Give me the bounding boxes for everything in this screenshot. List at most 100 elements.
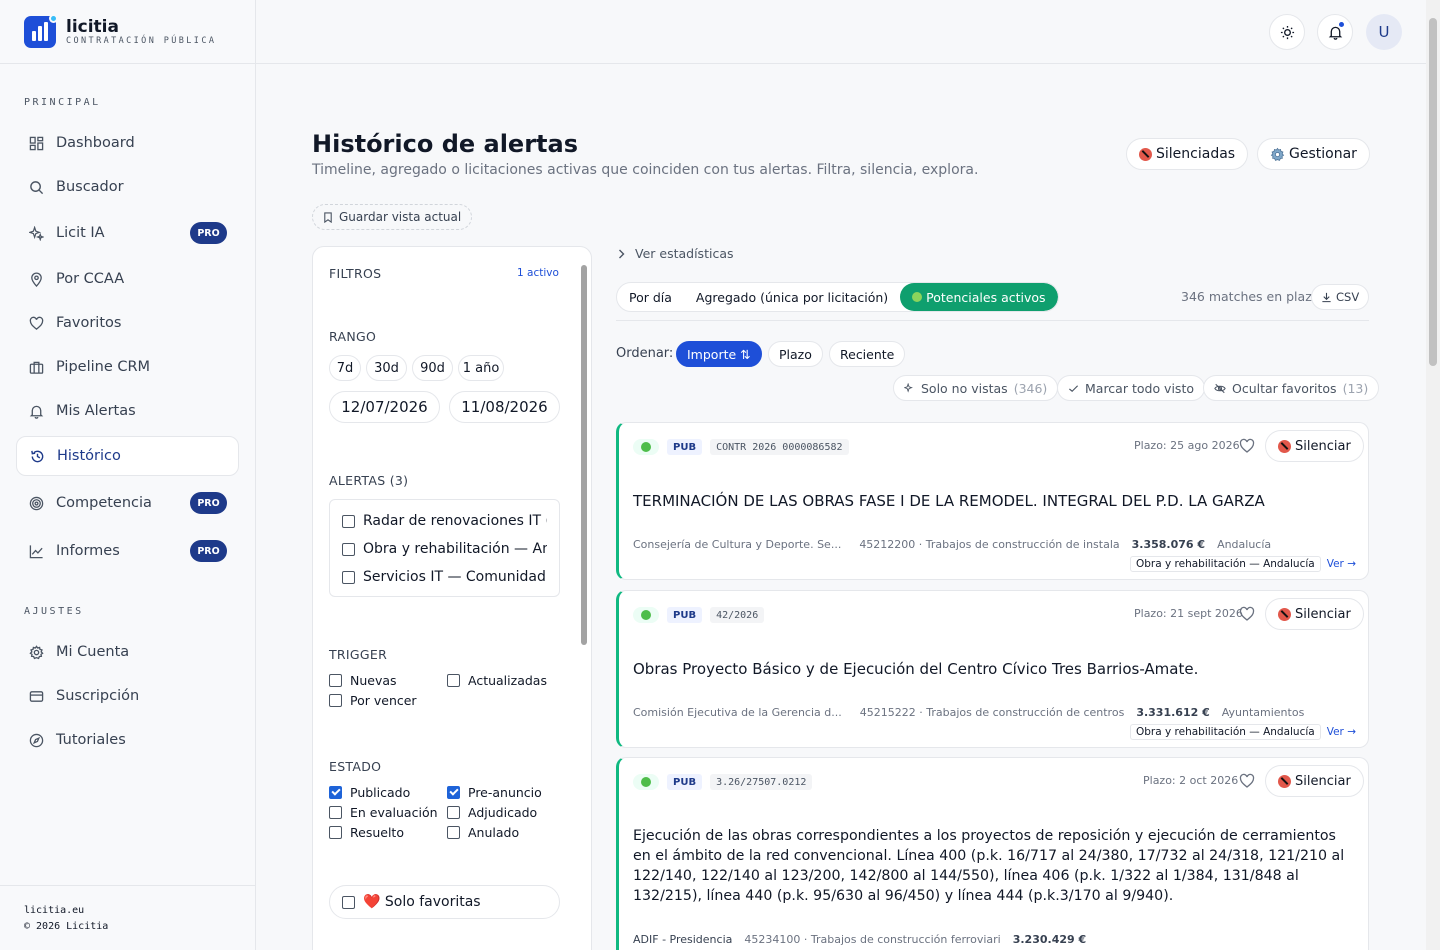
trigger-actualizadas[interactable]: Actualizadas (447, 673, 547, 688)
sort-reciente-button[interactable]: Reciente (829, 341, 906, 367)
silenced-button[interactable]: Silenciadas (1126, 138, 1249, 170)
tender-card[interactable]: PUB 42/2026 Plazo: 21 sept 2026 Silencia… (616, 590, 1369, 748)
history-icon (29, 448, 45, 464)
theme-toggle-button[interactable] (1269, 14, 1305, 50)
silence-button[interactable]: Silenciar (1265, 430, 1364, 462)
view-link[interactable]: Ver → (1327, 558, 1356, 570)
tender-title[interactable]: TERMINACIÓN DE LAS OBRAS FASE I DE LA RE… (633, 491, 1353, 511)
topbar: U (256, 0, 1426, 64)
sidebar-item-mis-alertas[interactable]: Mis Alertas (16, 391, 239, 431)
checkbox[interactable] (342, 570, 355, 584)
pro-badge: PRO (190, 540, 227, 562)
sort-importe-button[interactable]: Importe ⇅ (676, 341, 762, 367)
checkbox[interactable] (447, 826, 460, 839)
checkbox[interactable] (329, 694, 342, 707)
filters-scrollbar[interactable] (581, 265, 587, 645)
filters-panel: FILTROS 1 activo RANGO 7d 30d 90d 1 año … (312, 246, 592, 950)
sparkles-icon (904, 382, 913, 393)
stats-toggle[interactable]: Ver estadísticas (618, 246, 734, 261)
alert-option[interactable]: Servicios IT — Comunidad ... (342, 567, 547, 587)
filters-active-count[interactable]: 1 activo (517, 267, 559, 279)
estado-adjudicado[interactable]: Adjudicado (447, 805, 537, 820)
sidebar-item-suscripcion[interactable]: Suscripción (16, 676, 239, 716)
tool-count: (13) (1342, 380, 1369, 396)
favorite-heart-icon[interactable] (1239, 606, 1255, 622)
checkbox[interactable] (342, 895, 355, 909)
alert-option[interactable]: Radar de renovaciones IT (... (342, 511, 547, 531)
manage-button[interactable]: Gestionar (1257, 138, 1370, 170)
checkbox[interactable] (329, 826, 342, 839)
csv-label: CSV (1336, 290, 1360, 304)
sidebar-item-historico[interactable]: Histórico (16, 436, 239, 476)
estado-publicado[interactable]: Publicado (329, 785, 410, 800)
trigger-por-vencer[interactable]: Por vencer (329, 693, 417, 708)
sidebar-item-licit-ia[interactable]: Licit IA PRO (16, 213, 239, 253)
sidebar-item-tutoriales[interactable]: Tutoriales (16, 720, 239, 760)
csv-export-button[interactable]: CSV (1311, 284, 1370, 310)
checkbox[interactable] (447, 806, 460, 819)
estado-anulado[interactable]: Anulado (447, 825, 519, 840)
tender-amount: 3.331.612 € (1136, 706, 1210, 719)
notifications-button[interactable] (1317, 14, 1353, 50)
matches-count: 346 matches en plazo (1181, 289, 1320, 304)
favorite-heart-icon[interactable] (1239, 438, 1255, 454)
tender-region: Ayuntamientos (1221, 706, 1305, 719)
brand[interactable]: licitia CONTRATACIÓN PÚBLICA (0, 0, 255, 64)
tender-organ: ADIF - Presidencia (633, 933, 733, 946)
sidebar-item-informes[interactable]: Informes PRO (16, 531, 239, 571)
sidebar-item-dashboard[interactable]: Dashboard (16, 123, 239, 163)
option-label: Actualizadas (468, 673, 547, 688)
alert-option[interactable]: Obra y rehabilitación — An... (342, 539, 547, 559)
manage-label: Gestionar (1289, 146, 1357, 162)
sidebar-item-pipeline-crm[interactable]: Pipeline CRM (16, 347, 239, 387)
only-favorites-toggle[interactable]: ❤️ Solo favoritas (329, 885, 560, 919)
sidebar-item-favoritos[interactable]: Favoritos (16, 303, 239, 343)
sidebar-item-por-ccaa[interactable]: Por CCAA (16, 259, 239, 299)
tender-cpv: 45212200 · Trabajos de construcción de i… (859, 538, 1120, 551)
tender-card[interactable]: PUB 3.26/27507.0212 Plazo: 2 oct 2026 Si… (616, 757, 1369, 950)
estado-pre-anuncio[interactable]: Pre-anuncio (447, 785, 542, 800)
range-7d[interactable]: 7d (329, 355, 361, 381)
page-title: Histórico de alertas (312, 130, 578, 158)
range-90d[interactable]: 90d (412, 355, 453, 381)
sidebar-item-competencia[interactable]: Competencia PRO (16, 483, 239, 523)
tab-potenciales-activos[interactable]: Potenciales activos (900, 283, 1058, 311)
estado-en-evaluacion[interactable]: En evaluación (329, 805, 438, 820)
checkbox[interactable] (342, 514, 355, 528)
range-1-year[interactable]: 1 año (458, 355, 504, 381)
date-to-input[interactable]: 11/08/2026 (449, 391, 560, 423)
mark-all-seen-button[interactable]: Marcar todo visto (1057, 375, 1205, 401)
sidebar-item-buscador[interactable]: Buscador (16, 167, 239, 207)
date-from-input[interactable]: 12/07/2026 (329, 391, 440, 423)
sidebar-item-mi-cuenta[interactable]: Mi Cuenta (16, 632, 239, 672)
bookmark-icon (324, 211, 332, 223)
heart-icon (28, 315, 44, 331)
sort-plazo-button[interactable]: Plazo (768, 341, 823, 367)
tender-title[interactable]: Ejecución de las obras correspondientes … (633, 826, 1353, 906)
tender-title[interactable]: Obras Proyecto Básico y de Ejecución del… (633, 659, 1353, 679)
view-link[interactable]: Ver → (1327, 726, 1356, 738)
checkbox[interactable] (447, 674, 460, 687)
range-30d[interactable]: 30d (366, 355, 407, 381)
compass-icon (28, 732, 44, 748)
page-subtitle: Timeline, agregado o licitaciones activa… (312, 162, 979, 178)
checkbox-checked[interactable] (447, 786, 460, 799)
favorite-heart-icon[interactable] (1239, 773, 1255, 789)
avatar[interactable]: U (1366, 14, 1402, 50)
save-view-button[interactable]: Guardar vista actual (312, 204, 473, 230)
checkbox[interactable] (342, 542, 355, 556)
hide-favorites-button[interactable]: Ocultar favoritos (13) (1203, 375, 1380, 401)
silence-button[interactable]: Silenciar (1265, 765, 1364, 797)
estado-resuelto[interactable]: Resuelto (329, 825, 404, 840)
checkbox[interactable] (329, 674, 342, 687)
silence-button[interactable]: Silenciar (1265, 598, 1364, 630)
checkbox[interactable] (329, 806, 342, 819)
tab-agregado[interactable]: Agregado (única por licitación) (684, 283, 900, 311)
trigger-nuevas[interactable]: Nuevas (329, 673, 397, 688)
checkbox-checked[interactable] (329, 786, 342, 799)
credit-card-icon (28, 688, 44, 704)
tab-por-dia[interactable]: Por día (617, 283, 684, 311)
only-unseen-button[interactable]: Solo no vistas (346) (893, 375, 1059, 401)
page-scrollbar[interactable] (1426, 0, 1440, 950)
tender-card[interactable]: PUB CONTR 2026 0000086582 Plazo: 25 ago … (616, 422, 1369, 580)
